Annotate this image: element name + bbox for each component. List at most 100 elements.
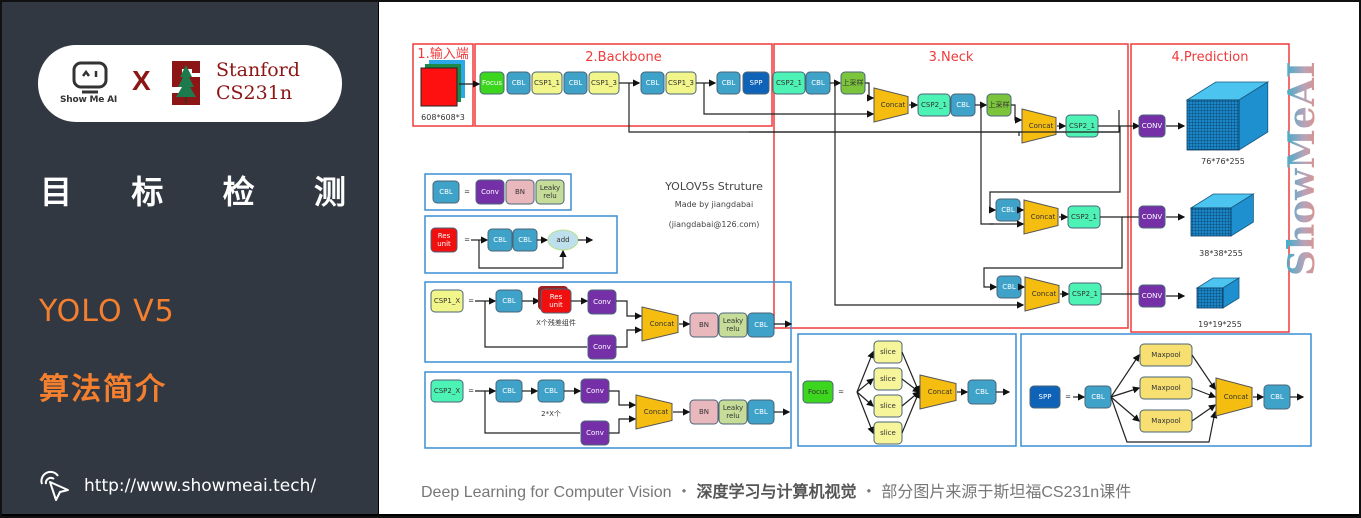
legend-csp1-node-label: CSP1_X bbox=[434, 297, 461, 305]
backbone-node-csp13-label: CSP1_3 bbox=[591, 79, 617, 87]
neck-cbl-2-label: CBL bbox=[956, 101, 970, 109]
legend-csp2-conv-2-label: Conv bbox=[586, 429, 604, 437]
legend-csp1-leaky-label: relu bbox=[726, 325, 739, 333]
sidebar: Show Me AI X Stanford CS231n 目 标 检 测 YOL… bbox=[2, 2, 378, 514]
neck-csp2-2-label: CSP2_1 bbox=[921, 101, 947, 109]
showmeai-wordmark: Show Me AI bbox=[60, 95, 118, 105]
neck-arrow-5 bbox=[1011, 104, 1023, 124]
backbone-node-cbl-label: CBL bbox=[512, 79, 526, 87]
legend-spp-maxpool-2-label: Maxpool bbox=[1151, 384, 1180, 392]
neck-concat-4-label: Concat bbox=[1032, 290, 1057, 298]
legend-res-cbl-2-label: CBL bbox=[518, 236, 532, 244]
backbone-node-spp-label: SPP bbox=[750, 79, 763, 87]
neck-down-1 bbox=[980, 105, 993, 225]
stanford-logo-icon bbox=[172, 61, 200, 105]
legend-csp1-leaky-label: Leaky bbox=[723, 317, 743, 325]
legend-spp-equals: = bbox=[1065, 393, 1071, 401]
legend-spp-maxpool-1-label: Maxpool bbox=[1151, 351, 1180, 359]
input-layer-red bbox=[420, 67, 458, 107]
legend-cbl-leaky-label: relu bbox=[543, 192, 556, 200]
legend-res-node-label: Res bbox=[438, 232, 451, 240]
legend-res-cbl-1-label: CBL bbox=[493, 236, 507, 244]
footer-separator: ・ bbox=[675, 484, 692, 501]
skip-c3-arrow bbox=[749, 131, 1020, 136]
backbone-node-focus-label: Focus bbox=[482, 79, 502, 87]
stanford-cs231n-label: Stanford CS231n bbox=[216, 59, 300, 105]
slide-content: 1.输入端 2.Backbone 3.Neck 4.Prediction 608*608… bbox=[379, 2, 1359, 514]
legend-focus-slice-1-label: slice bbox=[880, 348, 896, 356]
neck-concat-1-label: Concat bbox=[881, 101, 906, 109]
backbone-node-csp13-label: CSP1_3 bbox=[668, 79, 694, 87]
legend-cbl-node-label: CBL bbox=[439, 188, 453, 196]
section-input-title: 1.输入端 bbox=[417, 46, 468, 62]
legend-csp2-cbl-1-label: CBL bbox=[502, 387, 516, 395]
legend-focus-concat-label: Concat bbox=[928, 388, 953, 396]
subtitle-english: YOLO V5 bbox=[39, 294, 175, 329]
legend-res-add-label: add bbox=[556, 236, 569, 244]
legend-cbl-equals: = bbox=[464, 188, 470, 196]
input-size-label: 608*608*3 bbox=[421, 113, 465, 122]
legend-spp-branch-2 bbox=[1110, 386, 1141, 398]
legend-csp2-arrow-5 bbox=[609, 415, 637, 434]
footer-course-cn: 深度学习与计算机视觉 bbox=[696, 484, 857, 501]
topic-char: 目 bbox=[40, 173, 73, 211]
backbone-node-cbl-label: CBL bbox=[646, 79, 660, 87]
legend-res-node-label: unit bbox=[437, 240, 451, 248]
legend-spp-cbl-label: CBL bbox=[1091, 393, 1105, 401]
legend-csp2-conv-1-label: Conv bbox=[586, 387, 604, 395]
legend-csp2-bn-label: BN bbox=[699, 408, 709, 416]
neck-cbl-4-label: CBL bbox=[1002, 283, 1016, 291]
section-neck-title: 3.Neck bbox=[929, 50, 974, 65]
neck-cbl-1-label: CBL bbox=[811, 79, 825, 87]
legend-csp2-leaky-label: relu bbox=[726, 412, 739, 420]
legend-csp1-conv-1-label: Conv bbox=[593, 298, 611, 306]
legend-spp-node-label: SPP bbox=[1039, 393, 1052, 401]
pred-conv-3-label: CONV bbox=[1142, 292, 1163, 300]
website-url[interactable]: http://www.showmeai.tech/ bbox=[84, 476, 316, 496]
legend-csp1-cbl-label: CBL bbox=[502, 297, 516, 305]
output-cube-front-1 bbox=[1186, 99, 1240, 151]
course-code-label: CS231n bbox=[216, 82, 293, 104]
legend-csp1-res-label: unit bbox=[549, 301, 563, 309]
legend-csp1-note: X个残差组件 bbox=[536, 318, 576, 327]
topic-char: 测 bbox=[313, 173, 346, 211]
legend-csp1-cbl-out-label: CBL bbox=[754, 321, 768, 329]
legend-csp2-note: 2*X个 bbox=[541, 410, 561, 418]
output-cube-front-3 bbox=[1196, 287, 1224, 309]
legend-focus-slice-2-label: slice bbox=[880, 375, 896, 383]
neck-down-2 bbox=[989, 126, 1121, 214]
pointer-click-icon bbox=[40, 470, 69, 501]
legend-focus-cbl-label: CBL bbox=[975, 388, 989, 396]
legend-focus-merge-4 bbox=[901, 390, 921, 434]
section-backbone-title: 2.Backbone bbox=[585, 50, 661, 65]
neck-csp2-1-label: CSP2_1 bbox=[776, 79, 802, 87]
legend-csp2-node-label: CSP2_X bbox=[434, 387, 461, 395]
legend-spp-merge-3 bbox=[1191, 404, 1216, 422]
legend-csp1-equals: = bbox=[468, 297, 474, 305]
legend-csp1-arrow-5 bbox=[616, 326, 643, 348]
neck-concat-2-label: Concat bbox=[1029, 122, 1054, 130]
output-cube-front-2 bbox=[1190, 207, 1232, 237]
pred-conv-2-label: CONV bbox=[1142, 213, 1163, 221]
collab-x-symbol: X bbox=[132, 65, 151, 96]
topic-char: 标 bbox=[131, 173, 164, 211]
legend-csp1-conv-2-label: Conv bbox=[593, 343, 611, 351]
legend-cbl-conv-label: Conv bbox=[481, 188, 499, 196]
legend-focus-equals: = bbox=[838, 388, 844, 396]
backbone-node-cbl-label: CBL bbox=[722, 79, 736, 87]
neck-csp2-3-label: CSP2_1 bbox=[1069, 122, 1095, 130]
pred-conv-1-label: CONV bbox=[1142, 122, 1163, 130]
legend-csp1-arrow-4 bbox=[616, 300, 643, 320]
showmeai-watermark: ShowMeAI bbox=[1284, 61, 1320, 276]
diagram-author: Made by jiangdabai bbox=[675, 200, 753, 209]
topic-char: 检 bbox=[222, 173, 255, 211]
legend-cbl-leaky-label: Leaky bbox=[540, 184, 560, 192]
neck-arrow-2 bbox=[865, 82, 875, 102]
legend-spp-branch-1 bbox=[1110, 354, 1140, 398]
neck-csp2-5-label: CSP2_1 bbox=[1072, 290, 1098, 298]
footer-course-en: Deep Learning for Computer Vision bbox=[421, 484, 672, 501]
diagram-email: (jiangdabai@126.com) bbox=[669, 220, 760, 229]
website-link[interactable]: http://www.showmeai.tech/ bbox=[38, 470, 316, 502]
topic-title: 目 标 检 测 bbox=[40, 167, 346, 213]
legend-focus-slice-4-label: slice bbox=[880, 429, 896, 437]
